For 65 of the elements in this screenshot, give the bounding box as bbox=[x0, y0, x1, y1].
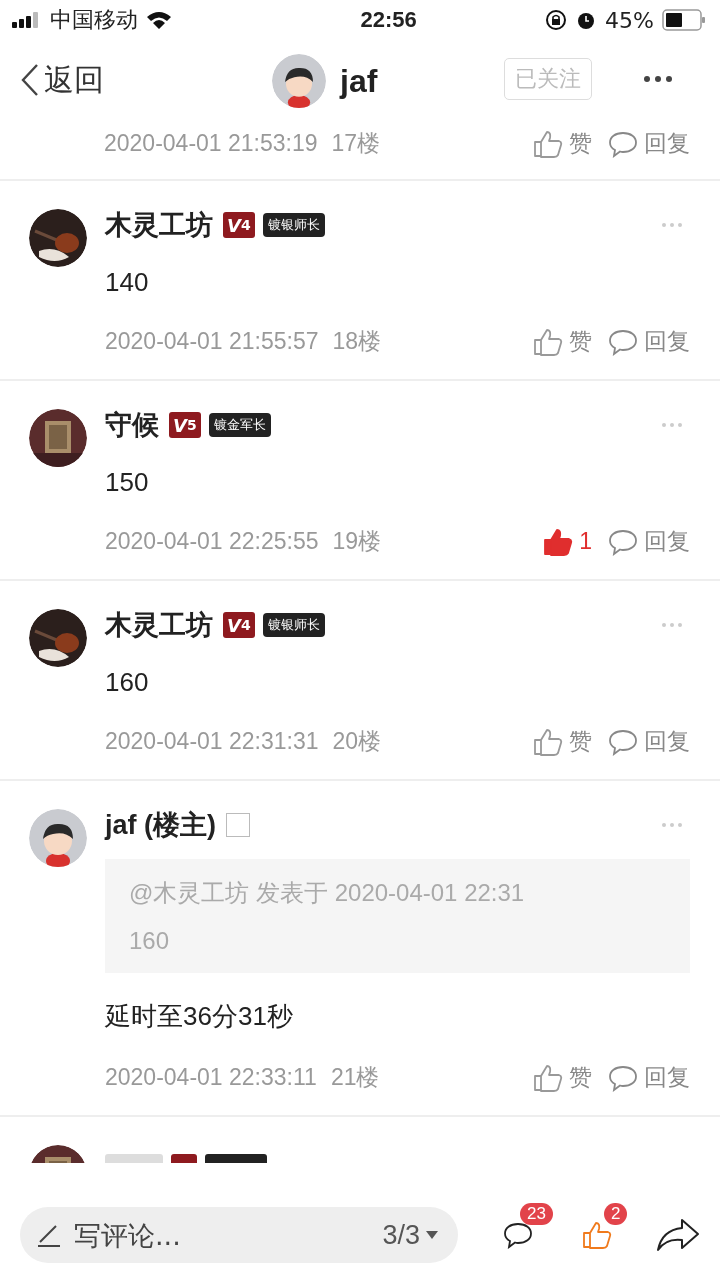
checkbox[interactable] bbox=[226, 813, 250, 837]
thumbs-up-icon bbox=[533, 1063, 563, 1092]
count-badge: 23 bbox=[520, 1203, 553, 1225]
quote-source: @木灵工坊 发表于 2020-04-01 22:31 bbox=[129, 878, 526, 908]
comment-icon bbox=[608, 1063, 638, 1092]
reply-button[interactable]: 回复 bbox=[608, 726, 690, 757]
thumbs-up-icon bbox=[543, 527, 574, 556]
clock: 22:56 bbox=[360, 7, 417, 33]
back-button[interactable]: 返回 bbox=[20, 59, 104, 101]
rank-badge: 镀金军长 bbox=[208, 413, 271, 437]
pencil-icon bbox=[36, 1222, 62, 1248]
floor-number: 19楼 bbox=[332, 527, 382, 556]
share-icon[interactable] bbox=[656, 1218, 700, 1252]
page-title: jaf bbox=[340, 62, 378, 100]
like-button[interactable]: 赞 bbox=[533, 326, 592, 357]
carrier-name: 中国移动 bbox=[50, 6, 138, 34]
floor-number: 21楼 bbox=[330, 1063, 380, 1092]
rotation-lock-icon bbox=[545, 9, 568, 31]
comment-icon bbox=[608, 327, 638, 356]
comments-button[interactable]: 23 bbox=[498, 1203, 552, 1249]
user-name: 守候 bbox=[105, 409, 159, 442]
post-time: 2020-04-01 22:33:11 bbox=[105, 1064, 317, 1091]
post-time: 2020-04-01 21:53:19 bbox=[104, 130, 318, 157]
thumbs-up-icon bbox=[533, 327, 563, 356]
post-time: 2020-04-01 22:31:31 bbox=[105, 728, 319, 755]
comment-icon bbox=[608, 129, 638, 158]
like-button[interactable]: 赞 bbox=[533, 726, 592, 757]
post-content: 150 bbox=[105, 467, 150, 498]
rank-badge: 镀银师长 bbox=[262, 213, 325, 237]
post-time: 2020-04-01 22:25:55 bbox=[105, 528, 319, 555]
post-content: 160 bbox=[105, 667, 150, 698]
follow-button[interactable]: 已关注 bbox=[504, 58, 592, 100]
reply-button[interactable]: 回复 bbox=[608, 326, 690, 357]
wifi-icon bbox=[146, 11, 172, 29]
battery-icon bbox=[662, 9, 706, 31]
like-button[interactable]: 赞 bbox=[533, 128, 592, 159]
post-content: 140 bbox=[105, 267, 150, 298]
post-content: 延时至36分31秒 bbox=[105, 1000, 294, 1033]
post-time: 2020-04-01 21:55:57 bbox=[105, 328, 319, 355]
like-button[interactable]: 2 bbox=[582, 1203, 626, 1249]
floor-number: 17楼 bbox=[331, 129, 381, 158]
comment-icon bbox=[608, 527, 638, 556]
more-icon[interactable] bbox=[644, 76, 672, 82]
thumbs-up-icon bbox=[582, 1221, 612, 1249]
rank-badge: 镀银师长 bbox=[262, 613, 325, 637]
count-badge: 2 bbox=[604, 1203, 628, 1225]
battery-percent: 45% bbox=[605, 7, 654, 33]
page-selector[interactable]: 3/3 bbox=[382, 1219, 438, 1251]
reply-button[interactable]: 回复 bbox=[608, 1062, 690, 1093]
comment-icon bbox=[608, 727, 638, 756]
floor-number: 18楼 bbox=[332, 327, 382, 356]
user-name: 木灵工坊 bbox=[105, 209, 213, 242]
like-button[interactable]: 1 bbox=[543, 527, 592, 556]
like-button[interactable]: 赞 bbox=[533, 1062, 592, 1093]
quote-text: 160 bbox=[129, 927, 171, 955]
user-name: 木灵工坊 bbox=[105, 609, 213, 642]
user-name: jaf (楼主) bbox=[105, 809, 216, 842]
comment-field[interactable]: 写评论... 3/3 bbox=[20, 1207, 458, 1263]
back-icon bbox=[20, 63, 40, 97]
thumbs-up-icon bbox=[533, 727, 563, 756]
caret-icon bbox=[426, 1231, 438, 1239]
floor-number: 20楼 bbox=[332, 727, 382, 756]
thumbs-up-icon bbox=[533, 129, 563, 158]
reply-button[interactable]: 回复 bbox=[608, 128, 690, 159]
reply-button[interactable]: 回复 bbox=[608, 526, 690, 557]
